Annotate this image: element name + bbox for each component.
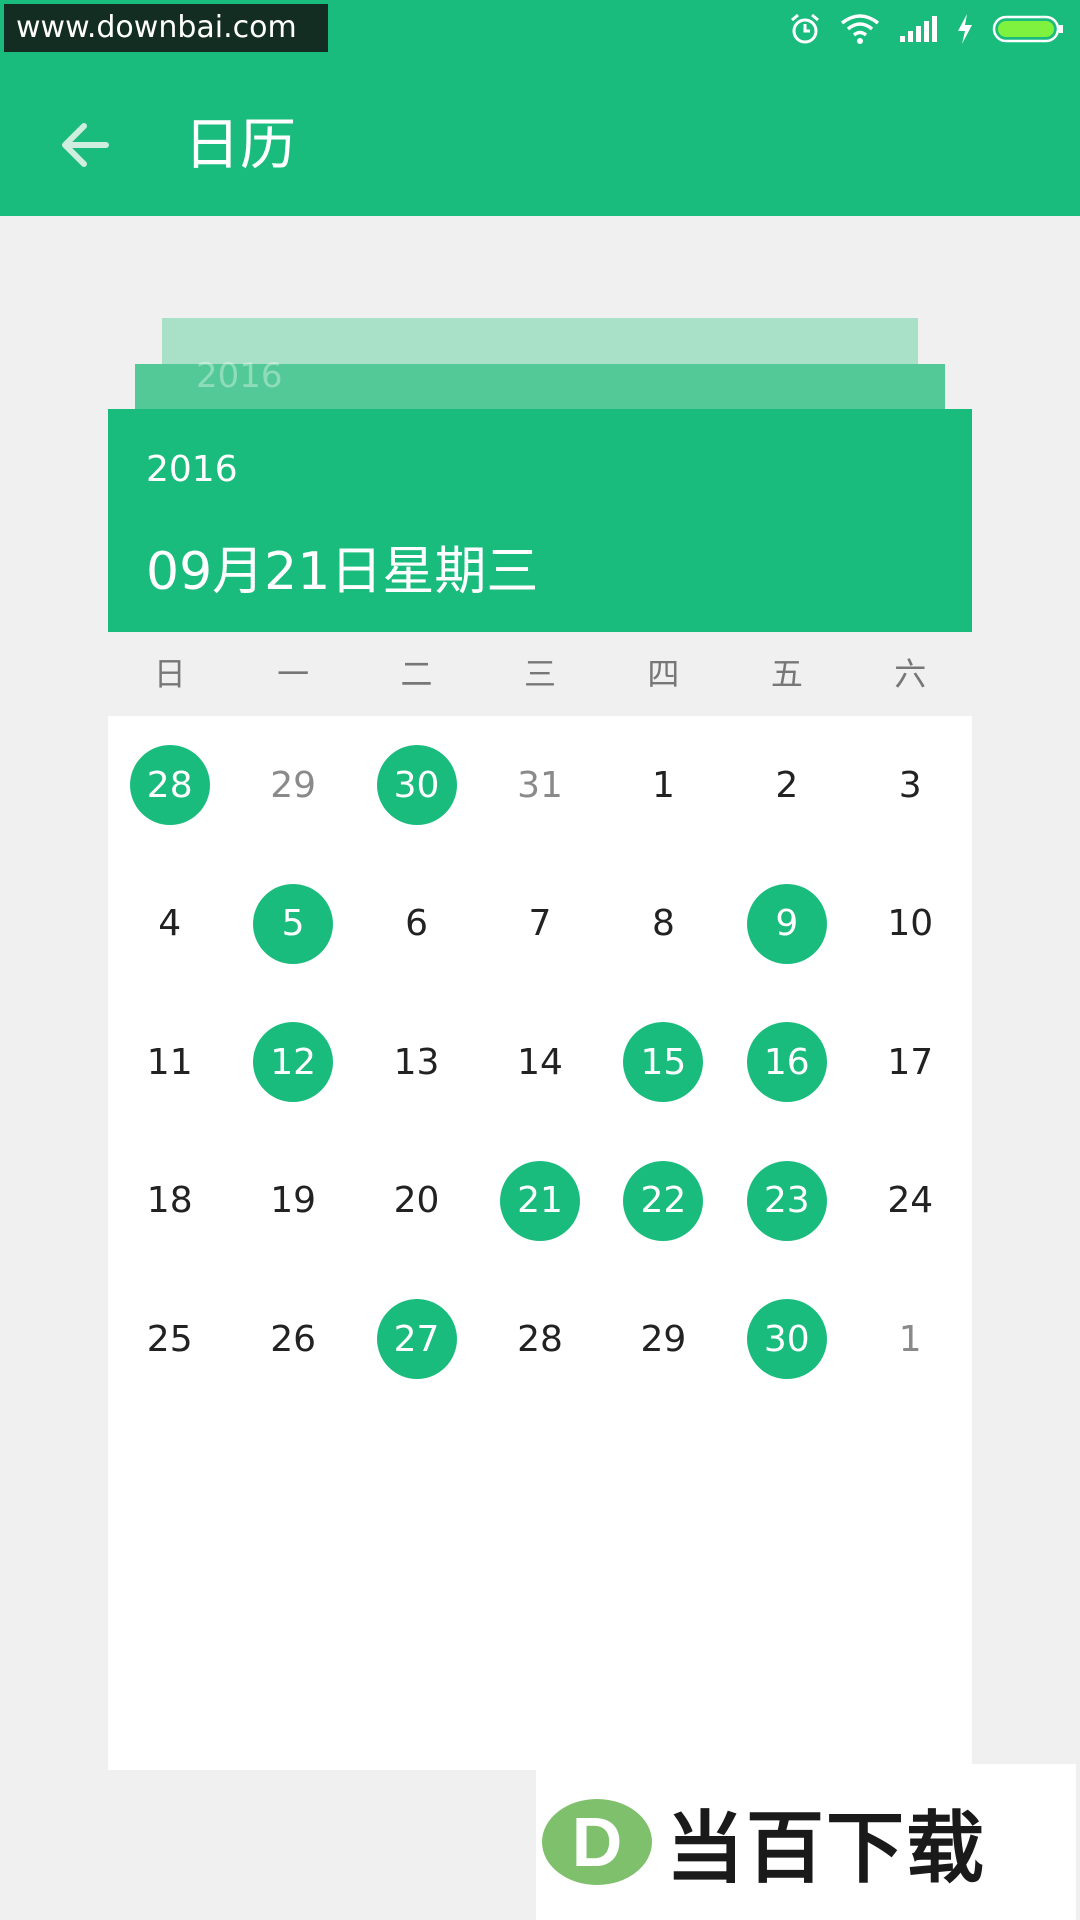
weekday-label: 三 bbox=[523, 655, 556, 693]
weekday-label: 五 bbox=[770, 655, 803, 693]
calendar-day-number: 26 bbox=[270, 1318, 317, 1360]
calendar-day[interactable]: 25 bbox=[108, 1270, 231, 1409]
calendar-day-number: 5 bbox=[253, 883, 334, 964]
calendar-day-number: 21 bbox=[499, 1160, 580, 1241]
calendar-day-number: 29 bbox=[270, 764, 317, 806]
back-button[interactable] bbox=[40, 100, 130, 190]
calendar-day[interactable]: 2 bbox=[725, 716, 848, 855]
calendar-day[interactable]: 8 bbox=[602, 855, 725, 994]
calendar-day-number: 10 bbox=[887, 903, 934, 945]
calendar-day-number: 15 bbox=[623, 1022, 704, 1103]
calendar-day-marked[interactable]: 16 bbox=[725, 993, 848, 1132]
calendar-day[interactable]: 11 bbox=[108, 993, 231, 1132]
calendar-day-number: 17 bbox=[887, 1041, 934, 1083]
calendar-day-marked[interactable]: 28 bbox=[108, 716, 231, 855]
calendar-day[interactable]: 17 bbox=[849, 993, 972, 1132]
calendar-day[interactable]: 14 bbox=[478, 993, 601, 1132]
calendar-day-number: 23 bbox=[746, 1160, 827, 1241]
calendar-day-marked[interactable]: 9 bbox=[725, 855, 848, 994]
calendar-day-number: 30 bbox=[376, 745, 457, 826]
calendar-day-number: 20 bbox=[393, 1180, 440, 1222]
calendar-grid: 28 29 30 31 1 2 3 4 5 6 7 8 9 10 11 12 13 14 15 16 17 18 19 20 2… bbox=[108, 716, 972, 1409]
calendar-day-number: 27 bbox=[376, 1299, 457, 1380]
calendar-day-marked[interactable]: 27 bbox=[355, 1270, 478, 1409]
calendar-day-number: 19 bbox=[270, 1180, 317, 1222]
header-selected-date: 09月21日星期三 bbox=[146, 542, 539, 602]
calendar-day[interactable]: 4 bbox=[108, 855, 231, 994]
calendar-day[interactable]: 6 bbox=[355, 855, 478, 994]
calendar-day-marked[interactable]: 15 bbox=[602, 993, 725, 1132]
calendar-day[interactable]: 1 bbox=[849, 1270, 972, 1409]
calendar-day-marked[interactable]: 5 bbox=[231, 855, 354, 994]
calendar-day-number: 7 bbox=[528, 903, 552, 945]
calendar-day-number: 29 bbox=[640, 1318, 687, 1360]
calendar-day-number: 1 bbox=[651, 764, 675, 806]
alarm-icon bbox=[791, 13, 819, 44]
calendar-day-marked[interactable]: 30 bbox=[355, 716, 478, 855]
calendar-day[interactable]: 10 bbox=[849, 855, 972, 994]
calendar-day-marked[interactable]: 22 bbox=[602, 1132, 725, 1271]
arrow-left-icon bbox=[62, 123, 109, 167]
calendar-day-number: 2 bbox=[775, 764, 799, 806]
page-title: 日历 bbox=[184, 113, 296, 178]
calendar-day-number: 4 bbox=[158, 903, 182, 945]
calendar-day-number: 12 bbox=[253, 1022, 334, 1103]
calendar-day-marked[interactable]: 21 bbox=[478, 1132, 601, 1271]
calendar-day[interactable]: 3 bbox=[849, 716, 972, 855]
calendar-card: 28 29 30 31 1 2 3 4 5 6 7 8 9 10 11 12 13 14 15 16 17 18 19 20 2… bbox=[108, 716, 972, 1770]
watermark-logo-icon: D bbox=[542, 1799, 652, 1885]
calendar-day-number: 8 bbox=[651, 903, 675, 945]
app-toolbar: 日历 bbox=[0, 56, 1080, 216]
calendar-day-number: 28 bbox=[129, 745, 210, 826]
calendar-day-marked[interactable]: 30 bbox=[725, 1270, 848, 1409]
calendar-day-number: 31 bbox=[517, 764, 563, 806]
calendar-day-number: 9 bbox=[746, 883, 827, 964]
status-icons bbox=[788, 10, 1066, 48]
calendar-day-number: 3 bbox=[898, 764, 922, 806]
calendar-day-number: 18 bbox=[146, 1180, 193, 1222]
calendar-day-number: 14 bbox=[517, 1041, 563, 1083]
calendar-day-number: 24 bbox=[887, 1180, 934, 1222]
calendar-day[interactable]: 28 bbox=[478, 1270, 601, 1409]
calendar-day[interactable]: 26 bbox=[231, 1270, 354, 1409]
weekday-label: 一 bbox=[277, 655, 310, 693]
calendar-day-marked[interactable]: 23 bbox=[725, 1132, 848, 1271]
calendar-day[interactable]: 24 bbox=[849, 1132, 972, 1271]
weekday-header-row: 日 一 二 三 四 五 六 bbox=[108, 632, 972, 716]
calendar-day[interactable]: 29 bbox=[602, 1270, 725, 1409]
calendar-day-number: 30 bbox=[746, 1299, 827, 1380]
calendar-day-marked[interactable]: 12 bbox=[231, 993, 354, 1132]
signal-icon bbox=[900, 16, 937, 42]
calendar-day[interactable]: 31 bbox=[478, 716, 601, 855]
header-year[interactable]: 2016 bbox=[146, 449, 238, 490]
calendar-day[interactable]: 1 bbox=[602, 716, 725, 855]
calendar-day-number: 6 bbox=[405, 903, 428, 945]
status-bar: www.downbai.com bbox=[0, 0, 1080, 56]
weekday-label: 六 bbox=[894, 655, 927, 693]
calendar-day-number: 28 bbox=[517, 1318, 563, 1360]
calendar-day[interactable]: 20 bbox=[355, 1132, 478, 1271]
wifi-icon bbox=[840, 14, 880, 44]
ghost-year-label: 2016 bbox=[196, 356, 283, 396]
calendar-day[interactable]: 29 bbox=[231, 716, 354, 855]
calendar-day-number: 1 bbox=[898, 1318, 922, 1360]
calendar-day-number: 13 bbox=[393, 1041, 440, 1083]
calendar-day-number: 16 bbox=[746, 1022, 827, 1103]
calendar-day-number: 11 bbox=[146, 1041, 193, 1083]
battery-icon bbox=[992, 15, 1063, 43]
weekday-label: 二 bbox=[400, 655, 433, 693]
calendar-day[interactable]: 19 bbox=[231, 1132, 354, 1271]
calendar-day[interactable]: 7 bbox=[478, 855, 601, 994]
date-header-card: 2016 09月21日星期三 bbox=[108, 409, 972, 632]
charging-icon bbox=[958, 14, 972, 44]
watermark-banner: www.downbai.com bbox=[4, 4, 328, 52]
calendar-day-number: 25 bbox=[146, 1318, 193, 1360]
calendar-day-number: 22 bbox=[623, 1160, 704, 1241]
calendar-day[interactable]: 13 bbox=[355, 993, 478, 1132]
weekday-label: 日 bbox=[153, 655, 186, 693]
bottom-watermark: D 当百下载 bbox=[536, 1764, 1076, 1920]
calendar-day[interactable]: 18 bbox=[108, 1132, 231, 1271]
watermark-text: 当百下载 bbox=[666, 1804, 987, 1894]
weekday-label: 四 bbox=[647, 655, 680, 693]
